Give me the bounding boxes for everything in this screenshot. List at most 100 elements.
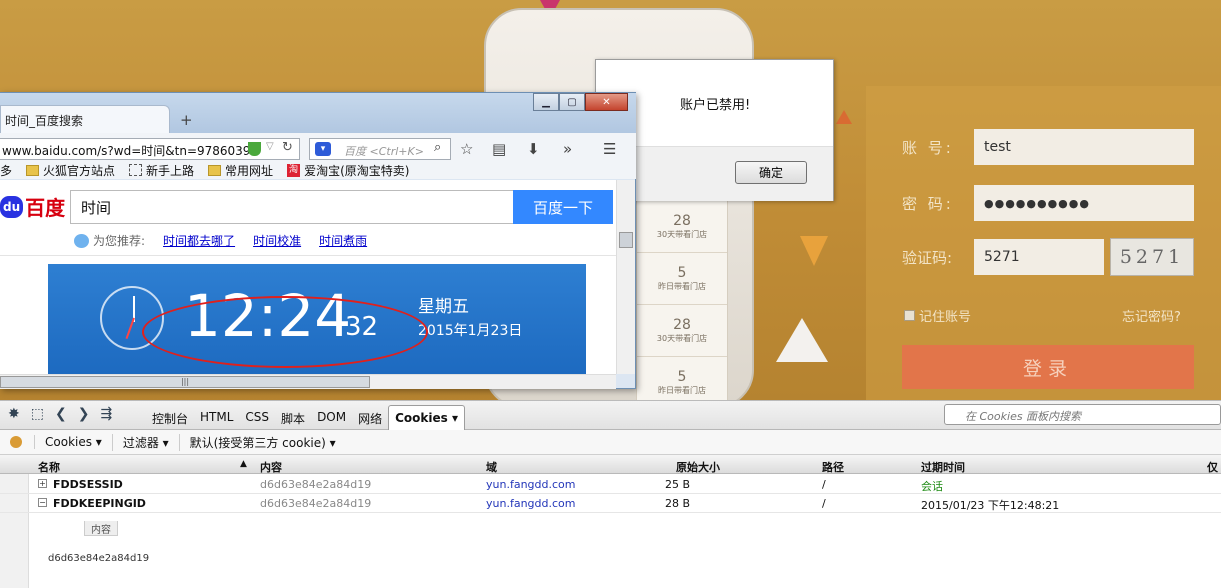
minimize-button[interactable]: ▁ (533, 93, 559, 111)
nav-toolbar: www.baidu.com/s?wd=时间&tn=9786039 ▽ ↻ ▾ 百… (0, 133, 636, 179)
baidu-paw-icon[interactable]: ▾ (315, 142, 331, 156)
captcha-image[interactable]: 5271 (1110, 238, 1194, 276)
annotation-oval (142, 296, 428, 368)
rec-link[interactable]: 时间煮雨 (319, 232, 367, 249)
bookmark-item[interactable]: 火狐官方站点 (26, 162, 115, 179)
search-placeholder: 百度 <Ctrl+K> (344, 145, 424, 158)
tab-html[interactable]: HTML (194, 405, 239, 430)
weekday: 星期五 (418, 297, 469, 317)
col-path[interactable]: 路径 (822, 459, 844, 475)
collapse-icon[interactable]: − (38, 498, 47, 507)
rec-link[interactable]: 时间都去哪了 (163, 232, 235, 249)
forward-icon[interactable]: ❯ (78, 406, 90, 422)
firebug-toolbar: ✸ ⬚ ❮ ❯ ⇶ 控制台 HTML CSS 脚本 DOM 网络 Cookies… (0, 401, 1221, 430)
baidu-search-button[interactable]: 百度一下 (513, 190, 613, 224)
divider (0, 255, 616, 256)
rec-label: 为您推荐: (74, 232, 145, 249)
captcha-row: 验证码: 5271 (902, 239, 1104, 275)
bookmark-item[interactable]: 淘爱淘宝(原淘宝特卖) (287, 162, 409, 179)
firebug-icons: ✸ ⬚ ❮ ❯ ⇶ (8, 406, 112, 422)
taobao-icon: 淘 (287, 163, 301, 177)
bookmark-item[interactable]: 多 (0, 162, 12, 179)
tab-css[interactable]: CSS (239, 405, 275, 430)
reading-list-icon[interactable]: ▤ (492, 140, 506, 158)
account-input[interactable]: test (974, 129, 1194, 165)
bookmark-star-icon[interactable]: ☆ (460, 140, 473, 158)
overflow-icon[interactable]: » (563, 140, 572, 158)
cookie-icon (10, 436, 22, 448)
phone-cell: 28 30天带看门店 (637, 201, 727, 253)
scroll-thumb[interactable]: ||| (0, 376, 370, 388)
rec-link[interactable]: 时间校准 (253, 232, 301, 249)
cookies-toolbar: Cookies ▾ 过滤器 ▾ 默认(接受第三方 cookie) ▾ (0, 430, 1221, 455)
command-line-icon[interactable]: ⇶ (100, 406, 112, 422)
url-text: www.baidu.com/s?wd=时间&tn=9786039 (2, 144, 251, 158)
baidu-search-input[interactable]: 时间 (70, 190, 514, 224)
phone-cell: 28 30天带看门店 (637, 305, 727, 357)
horizontal-scrollbar[interactable]: ||| (0, 374, 616, 389)
bookmark-item[interactable]: 常用网址 (208, 162, 273, 179)
menu-icon[interactable]: ☰ (603, 140, 616, 158)
title-bar: ▁ ▢ ✕ 时间_百度搜索 + (0, 93, 636, 133)
tab-dom[interactable]: DOM (311, 405, 352, 430)
decor-triangle (836, 110, 852, 124)
captcha-input[interactable]: 5271 (974, 239, 1104, 275)
col-name[interactable]: 名称 (38, 459, 60, 475)
account-row: 账 号: test (902, 129, 1194, 165)
bookmark-item[interactable]: 新手上路 (129, 162, 194, 179)
detail-value: d6d63e84e2a84d19 (48, 553, 150, 564)
forgot-password-link[interactable]: 忘记密码? (1122, 306, 1181, 325)
col-raw-size[interactable]: 原始大小 (676, 459, 720, 475)
remember-account[interactable]: 记住账号 (904, 306, 971, 325)
table-row[interactable]: + FDDSESSID d6d63e84e2a84d19 yun.fangdd.… (0, 475, 1221, 494)
detail-tab-value[interactable]: 内容 (84, 521, 118, 536)
back-icon[interactable]: ❮ (55, 406, 67, 422)
close-button[interactable]: ✕ (585, 93, 628, 111)
sort-arrow-icon: ▲ (240, 459, 247, 469)
new-tab-plus-icon[interactable]: + (180, 111, 193, 129)
firebug-panel: ✸ ⬚ ❮ ❯ ⇶ 控制台 HTML CSS 脚本 DOM 网络 Cookies… (0, 400, 1221, 588)
firebug-search-input[interactable]: 在 Cookies 面板内搜索 (944, 404, 1221, 425)
decor-triangle (800, 236, 828, 266)
dropdown-arrow-icon[interactable]: ▽ (266, 141, 274, 152)
baidu-logo[interactable]: du 百度 (0, 192, 65, 221)
tab-console[interactable]: 控制台 (146, 405, 194, 430)
browser-search-input[interactable]: ▾ 百度 <Ctrl+K> ⌕ (309, 138, 451, 160)
alert-message: 账户已禁用! (680, 98, 751, 113)
tab-cookies[interactable]: Cookies ▾ (388, 405, 465, 430)
password-input[interactable]: ●●●●●●●●●● (974, 185, 1194, 221)
expand-icon[interactable]: + (38, 479, 47, 488)
alert-ok-button[interactable]: 确定 (735, 161, 807, 184)
captcha-label: 验证码: (902, 248, 953, 267)
col-http-only[interactable]: 仅 (1207, 459, 1218, 475)
remember-label: 记住账号 (919, 310, 972, 325)
cookie-detail: 内容 d6d63e84e2a84d19 (29, 521, 1221, 588)
filter-menu[interactable]: 过滤器 ▾ (111, 433, 179, 451)
folder-icon (208, 164, 222, 176)
firebug-tabs: 控制台 HTML CSS 脚本 DOM 网络 Cookies ▾ (146, 405, 465, 430)
url-bar[interactable]: www.baidu.com/s?wd=时间&tn=9786039 ▽ ↻ (0, 138, 300, 160)
vertical-scrollbar[interactable] (616, 180, 635, 374)
default-policy-menu[interactable]: 默认(接受第三方 cookie) ▾ (178, 433, 346, 451)
col-value[interactable]: 内容 (260, 459, 282, 475)
tab-script[interactable]: 脚本 (275, 405, 311, 430)
maximize-button[interactable]: ▢ (559, 93, 585, 111)
reload-icon[interactable]: ↻ (282, 140, 293, 155)
account-label: 账 号: (902, 138, 954, 157)
inspect-icon[interactable]: ⬚ (31, 406, 44, 422)
tab-net[interactable]: 网络 (352, 405, 388, 430)
col-expires[interactable]: 过期时间 (921, 459, 965, 475)
browser-tab[interactable]: 时间_百度搜索 (0, 105, 170, 133)
remember-checkbox[interactable] (904, 310, 915, 321)
cookies-table: 名称 ▲ 内容 域 原始大小 路径 过期时间 仅 + FDDSESSID d6d… (0, 456, 1221, 588)
password-row: 密 码: ●●●●●●●●●● (902, 185, 1194, 221)
search-icon[interactable]: ⌕ (434, 140, 441, 155)
scroll-thumb[interactable] (619, 232, 633, 248)
table-row[interactable]: − FDDKEEPINGID d6d63e84e2a84d19 yun.fang… (0, 494, 1221, 513)
firebug-bug-icon[interactable]: ✸ (8, 406, 20, 422)
download-icon[interactable]: ⬇ (527, 140, 540, 158)
col-domain[interactable]: 域 (486, 459, 497, 475)
cookies-menu[interactable]: Cookies ▾ (34, 435, 112, 449)
shield-icon (248, 142, 261, 156)
login-button[interactable]: 登录 (902, 345, 1194, 389)
